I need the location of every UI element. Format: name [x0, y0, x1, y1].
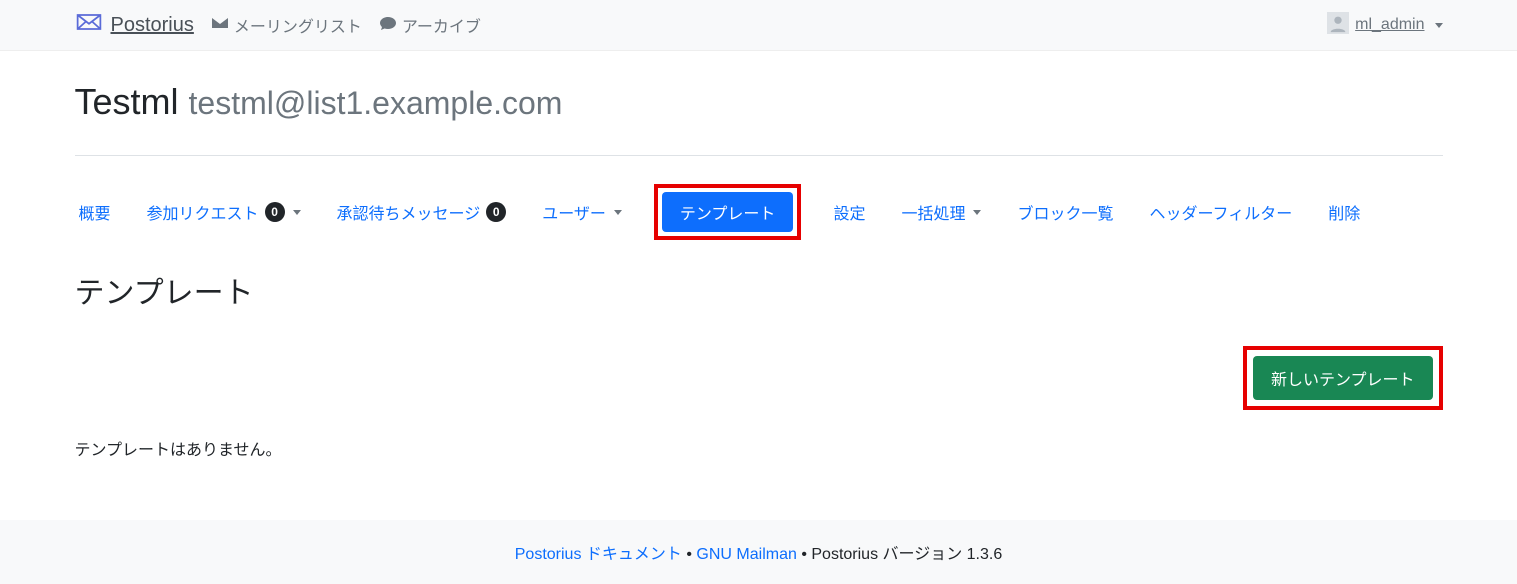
footer-mailman-link[interactable]: GNU Mailman: [696, 546, 796, 563]
mail-logo-icon: [75, 8, 103, 42]
new-template-button[interactable]: 新しいテンプレート: [1253, 356, 1433, 400]
tab-overview-label: 概要: [79, 200, 111, 224]
avatar-icon: [1327, 12, 1349, 39]
nav-mailing-lists[interactable]: メーリングリスト: [212, 13, 362, 37]
empty-message: テンプレートはありません。: [75, 436, 1443, 460]
caret-down-icon: [1435, 23, 1443, 28]
tab-mass-ops[interactable]: 一括処理: [897, 192, 985, 232]
new-template-button-label: 新しいテンプレート: [1271, 372, 1415, 389]
tab-header-filters-label: ヘッダーフィルター: [1149, 200, 1292, 224]
tab-header-filters[interactable]: ヘッダーフィルター: [1145, 192, 1296, 232]
tab-held-messages[interactable]: 承認待ちメッセージ 0: [333, 192, 511, 232]
section-title: テンプレート: [75, 268, 1443, 312]
comment-icon: [380, 15, 396, 36]
nav-archive-label: アーカイブ: [402, 13, 481, 37]
caret-down-icon: [293, 210, 301, 215]
tab-overview[interactable]: 概要: [75, 192, 115, 232]
caret-down-icon: [614, 210, 622, 215]
tab-delete-label: 削除: [1328, 200, 1360, 224]
tab-templates-label: テンプレート: [680, 200, 776, 224]
tab-sub-requests-label: 参加リクエスト: [147, 200, 259, 224]
user-menu[interactable]: ml_admin: [1327, 12, 1442, 39]
envelope-icon: [212, 15, 228, 36]
footer-docs-link[interactable]: Postorius ドキュメント: [515, 546, 682, 563]
sub-requests-badge: 0: [265, 202, 285, 222]
footer-sep-1: •: [686, 546, 696, 563]
highlight-box-templates: テンプレート: [654, 184, 802, 240]
divider: [75, 155, 1443, 156]
tab-settings[interactable]: 設定: [829, 192, 869, 232]
footer-sep-2: •: [801, 546, 811, 563]
tab-sub-requests[interactable]: 参加リクエスト 0: [143, 192, 305, 232]
nav-mailing-lists-label: メーリングリスト: [234, 13, 362, 37]
tab-ban-list[interactable]: ブロック一覧: [1013, 192, 1117, 232]
list-name: Testml: [75, 81, 179, 122]
brand-link[interactable]: Postorius: [75, 8, 194, 42]
tab-held-messages-label: 承認待ちメッセージ: [337, 200, 481, 224]
held-messages-badge: 0: [486, 202, 506, 222]
list-address: testml@list1.example.com: [189, 85, 563, 121]
tab-users[interactable]: ユーザー: [538, 192, 626, 232]
tab-delete[interactable]: 削除: [1324, 192, 1364, 232]
page-header: Testml testml@list1.example.com: [75, 51, 1443, 135]
tab-templates[interactable]: テンプレート: [662, 192, 794, 232]
tab-settings-label: 設定: [833, 200, 865, 224]
footer-version-prefix: Postorius バージョン: [811, 546, 966, 563]
tab-users-label: ユーザー: [542, 200, 606, 224]
footer-version: 1.3.6: [967, 546, 1003, 563]
tab-ban-list-label: ブロック一覧: [1017, 200, 1113, 224]
user-name: ml_admin: [1355, 16, 1424, 34]
nav-archive[interactable]: アーカイブ: [380, 13, 481, 37]
top-navbar: Postorius メーリングリスト アーカイブ ml_admin: [0, 0, 1517, 51]
footer: Postorius ドキュメント • GNU Mailman • Postori…: [0, 520, 1517, 584]
caret-down-icon: [973, 210, 981, 215]
brand-text: Postorius: [111, 14, 194, 37]
highlight-box-new-template: 新しいテンプレート: [1243, 346, 1443, 410]
list-tabs: 概要 参加リクエスト 0 承認待ちメッセージ 0 ユーザー テンプレート 設定 …: [75, 184, 1443, 240]
tab-mass-ops-label: 一括処理: [901, 200, 965, 224]
